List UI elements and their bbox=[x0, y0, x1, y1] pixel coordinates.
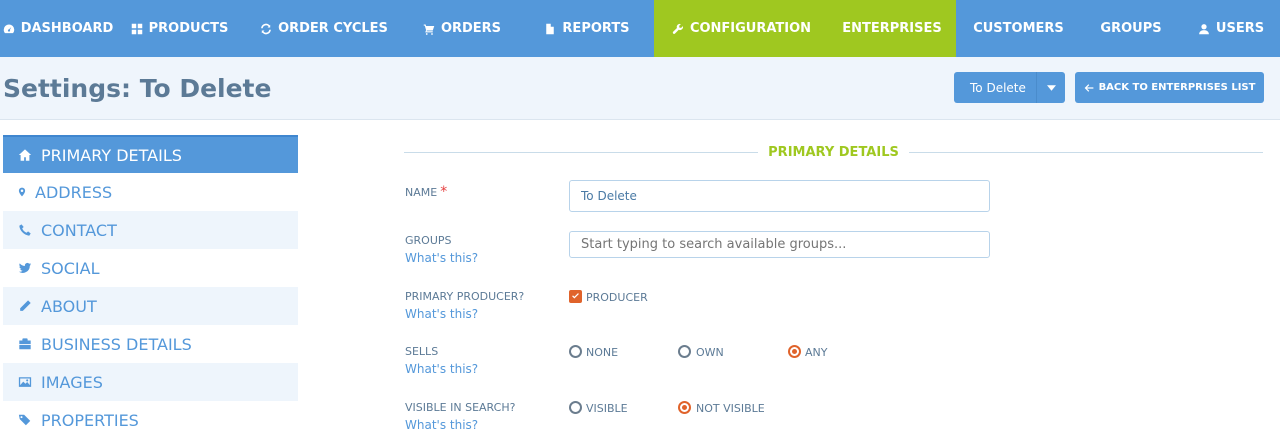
nav-configuration-label: Configuration bbox=[689, 21, 812, 36]
producer-checkbox[interactable] bbox=[569, 290, 582, 303]
sells-own-label: Own bbox=[696, 346, 724, 359]
sidebar-item-properties[interactable]: Properties bbox=[3, 401, 298, 439]
sells-own-radio[interactable] bbox=[678, 345, 691, 358]
chevron-down-icon[interactable] bbox=[1037, 72, 1065, 103]
sidebar-item-primary-details[interactable]: Primary Details bbox=[3, 135, 298, 173]
sidebar-item-label: Primary Details bbox=[41, 145, 182, 165]
pencil-icon bbox=[17, 298, 33, 314]
section-header: Primary Details bbox=[404, 145, 1263, 161]
sidebar-item-social[interactable]: Social bbox=[3, 249, 298, 287]
groups-search-input[interactable] bbox=[569, 231, 990, 258]
dashboard-icon bbox=[2, 22, 16, 36]
map-marker-icon bbox=[17, 184, 27, 200]
sidebar-item-label: About bbox=[41, 296, 97, 316]
not-visible-label: Not visible bbox=[696, 402, 765, 415]
divider bbox=[909, 152, 1263, 153]
top-navigation: Dashboard Products Order Cycles Orders R… bbox=[0, 0, 1280, 64]
sells-none-label: None bbox=[586, 346, 619, 359]
wrench-icon bbox=[671, 22, 685, 36]
products-grid-icon bbox=[130, 22, 144, 36]
sells-label: Sells bbox=[405, 345, 439, 358]
twitter-icon bbox=[17, 260, 33, 276]
nav-customers[interactable]: Customers bbox=[956, 0, 1081, 57]
enterprise-select[interactable]: To Delete bbox=[954, 72, 1065, 103]
checkmark-icon bbox=[572, 293, 579, 299]
primary-producer-help-link[interactable]: What's this? bbox=[405, 307, 478, 321]
visible-label: Visible bbox=[586, 402, 628, 415]
producer-checkbox-label: Producer bbox=[586, 291, 648, 304]
home-icon bbox=[17, 147, 33, 163]
settings-sidebar: Primary Details Address Contact Social A… bbox=[3, 135, 298, 439]
enterprise-select-value: To Delete bbox=[954, 72, 1037, 103]
sidebar-item-about[interactable]: About bbox=[3, 287, 298, 325]
nav-groups-label: Groups bbox=[1100, 21, 1162, 36]
visible-radio[interactable] bbox=[569, 401, 582, 414]
back-to-enterprises-label: Back to Enterprises List bbox=[1098, 82, 1256, 93]
nav-products-label: Products bbox=[148, 21, 229, 36]
cart-icon bbox=[422, 22, 436, 36]
not-visible-radio[interactable] bbox=[678, 401, 691, 414]
sidebar-item-images[interactable]: Images bbox=[3, 363, 298, 401]
picture-icon bbox=[17, 374, 33, 390]
nav-order-cycles-label: Order Cycles bbox=[278, 21, 388, 36]
section-title: Primary Details bbox=[768, 145, 899, 160]
sells-none-radio[interactable] bbox=[569, 345, 582, 358]
nav-enterprises[interactable]: Enterprises bbox=[828, 0, 956, 64]
divider bbox=[404, 152, 758, 153]
sidebar-item-contact[interactable]: Contact bbox=[3, 211, 298, 249]
nav-groups[interactable]: Groups bbox=[1081, 0, 1181, 57]
file-icon bbox=[543, 22, 557, 36]
nav-products[interactable]: Products bbox=[115, 0, 243, 57]
nav-reports-label: Reports bbox=[562, 21, 630, 36]
nav-customers-label: Customers bbox=[973, 21, 1064, 36]
nav-configuration[interactable]: Configuration bbox=[654, 0, 828, 64]
sidebar-item-label: Contact bbox=[41, 220, 117, 240]
page-title: Settings: To Delete bbox=[3, 74, 272, 103]
back-to-enterprises-button[interactable]: Back to Enterprises List bbox=[1075, 72, 1264, 103]
sidebar-item-label: Business Details bbox=[41, 334, 192, 354]
required-marker: * bbox=[440, 184, 448, 200]
page-header: Settings: To Delete To Delete Back to En… bbox=[0, 57, 1280, 120]
name-label-text: Name bbox=[405, 186, 438, 199]
name-label: Name * bbox=[405, 184, 447, 200]
visible-in-search-help-link[interactable]: What's this? bbox=[405, 418, 478, 432]
sells-any-label: Any bbox=[805, 346, 828, 359]
arrow-left-icon bbox=[1084, 83, 1093, 92]
primary-producer-label: Primary Producer? bbox=[405, 290, 525, 303]
nav-users-label: Users bbox=[1215, 21, 1265, 36]
sidebar-item-address[interactable]: Address bbox=[3, 173, 298, 211]
phone-icon bbox=[17, 222, 33, 238]
groups-label: Groups bbox=[405, 234, 452, 247]
sells-any-radio[interactable] bbox=[788, 345, 801, 358]
sidebar-item-label: Properties bbox=[41, 410, 139, 430]
sells-help-link[interactable]: What's this? bbox=[405, 362, 478, 376]
nav-dashboard-label: Dashboard bbox=[20, 21, 114, 36]
sidebar-item-label: Images bbox=[41, 372, 103, 392]
nav-users[interactable]: Users bbox=[1181, 0, 1280, 57]
name-input[interactable] bbox=[569, 180, 990, 212]
user-icon bbox=[1197, 22, 1211, 36]
nav-reports[interactable]: Reports bbox=[519, 0, 654, 57]
nav-orders[interactable]: Orders bbox=[404, 0, 519, 57]
sidebar-item-label: Social bbox=[41, 258, 100, 278]
nav-dashboard[interactable]: Dashboard bbox=[0, 0, 115, 57]
nav-order-cycles[interactable]: Order Cycles bbox=[243, 0, 404, 57]
nav-orders-label: Orders bbox=[440, 21, 502, 36]
nav-enterprises-label: Enterprises bbox=[842, 21, 942, 36]
groups-help-link[interactable]: What's this? bbox=[405, 251, 478, 265]
sidebar-item-label: Address bbox=[35, 182, 113, 202]
refresh-icon bbox=[259, 22, 273, 36]
briefcase-icon bbox=[17, 336, 33, 352]
visible-in-search-label: Visible in search? bbox=[405, 401, 516, 414]
sidebar-item-business-details[interactable]: Business Details bbox=[3, 325, 298, 363]
tags-icon bbox=[17, 412, 33, 428]
